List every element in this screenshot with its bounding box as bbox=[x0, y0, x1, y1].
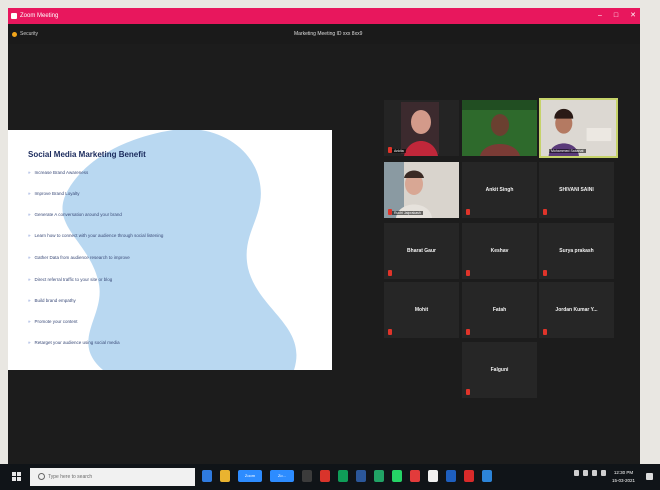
muted-mic-icon bbox=[543, 270, 547, 276]
muted-mic-icon bbox=[543, 209, 547, 215]
zoom-window: Zoom Meeting – □ ✕ Security Marketing Me… bbox=[8, 8, 640, 486]
slide-bullet: » Gather Data from audience research to i… bbox=[28, 255, 130, 260]
shared-screen: Social Media Marketing Benefit » Increase… bbox=[8, 130, 332, 370]
slide-bullet: » Direct referral traffic to your site or… bbox=[28, 277, 113, 282]
slide-title: Social Media Marketing Benefit bbox=[28, 150, 146, 159]
clock-time: 12:30 PM bbox=[613, 470, 634, 475]
participant-tile[interactable]: Ankit Singh bbox=[462, 162, 537, 218]
muted-mic-icon bbox=[466, 270, 470, 276]
wifi-icon[interactable] bbox=[592, 470, 597, 476]
participant-name: Surya prakash bbox=[559, 248, 594, 254]
muted-mic-icon bbox=[388, 270, 392, 276]
participant-tile[interactable]: Ankita bbox=[384, 100, 459, 156]
word-icon[interactable] bbox=[356, 470, 366, 482]
file-explorer-icon[interactable] bbox=[220, 470, 230, 482]
speaker-icon[interactable] bbox=[601, 470, 606, 476]
slide-bullet: » Increase Brand Awareness bbox=[28, 170, 89, 175]
slide-background-blob bbox=[62, 130, 297, 370]
app-icon[interactable] bbox=[302, 470, 312, 482]
shield-icon bbox=[12, 31, 17, 37]
slide-bullet: » Improve Brand Loyalty bbox=[28, 191, 80, 196]
search-icon bbox=[38, 473, 45, 480]
participant-video bbox=[462, 100, 537, 156]
muted-mic-icon bbox=[466, 209, 470, 215]
app-icon[interactable] bbox=[446, 470, 456, 482]
search-placeholder: Type here to search bbox=[48, 474, 93, 480]
task-view-icon[interactable] bbox=[202, 470, 212, 482]
participant-name: Fatah bbox=[492, 307, 507, 313]
muted-mic-icon bbox=[388, 329, 392, 335]
participant-video bbox=[384, 100, 459, 156]
app-icon[interactable] bbox=[410, 470, 420, 482]
opera-icon[interactable] bbox=[320, 470, 330, 482]
system-tray bbox=[574, 470, 606, 476]
slide-bullet: » Learn how to connect with your audience… bbox=[28, 233, 164, 238]
participant-video bbox=[541, 100, 616, 156]
participant-caption: Mohammed Sabahat bbox=[549, 149, 586, 153]
slide-bullet: » Promote your content bbox=[28, 319, 78, 324]
taskbar-clock[interactable]: 12:30 PM 15-03-2021 bbox=[612, 469, 635, 485]
notepad-icon[interactable] bbox=[428, 470, 438, 482]
slide-bullet: » Retarget your audience using social med… bbox=[28, 340, 120, 345]
muted-mic-icon bbox=[543, 329, 547, 335]
notification-icon[interactable] bbox=[646, 473, 653, 480]
zoom-meeting-taskbar-button[interactable]: Zo... bbox=[270, 470, 294, 482]
participant-tile[interactable]: Falguni bbox=[462, 342, 537, 398]
chevron-up-icon[interactable] bbox=[574, 470, 579, 476]
participant-tile[interactable]: Jordan Kumar Y... bbox=[539, 282, 614, 338]
pdf-icon[interactable] bbox=[464, 470, 474, 482]
participant-tile[interactable]: Bharat Gaur bbox=[384, 223, 459, 279]
security-indicator[interactable]: Security bbox=[12, 31, 38, 37]
window-controls: – □ ✕ bbox=[598, 8, 636, 24]
participant-name: SHIVANI SAINI bbox=[559, 187, 594, 193]
minimize-button[interactable]: – bbox=[598, 8, 602, 24]
clock-date: 15-03-2021 bbox=[612, 478, 636, 483]
participant-tile[interactable]: Mohit bbox=[384, 282, 459, 338]
participant-name: Keshav bbox=[490, 248, 509, 254]
security-label: Security bbox=[20, 31, 39, 37]
participant-caption: Ruchi Jaiprakash bbox=[392, 211, 423, 215]
close-button[interactable]: ✕ bbox=[630, 8, 636, 24]
participant-tile[interactable]: Surya prakash bbox=[539, 223, 614, 279]
meeting-info-bar: Security Marketing Meeting ID xxx 8xx9 bbox=[8, 24, 640, 44]
muted-mic-icon bbox=[466, 389, 470, 395]
chrome-icon[interactable] bbox=[338, 470, 348, 482]
taskbar-apps: Zoom Zo... bbox=[202, 470, 492, 482]
participant-name: Falguni bbox=[490, 367, 509, 373]
maximize-button[interactable]: □ bbox=[614, 8, 618, 24]
active-speaker-tile[interactable]: Mohammed Sabahat bbox=[539, 98, 618, 158]
participant-tile[interactable]: Keshav bbox=[462, 223, 537, 279]
participant-name: Jordan Kumar Y... bbox=[555, 307, 598, 313]
app-icon[interactable] bbox=[482, 470, 492, 482]
window-title: Zoom Meeting bbox=[20, 13, 59, 19]
participant-tile[interactable]: Ruchi Jaiprakash bbox=[384, 162, 459, 218]
participant-video bbox=[384, 162, 459, 218]
zoom-app-icon bbox=[11, 13, 17, 19]
slide-bullet: » Generate A conversation around your bra… bbox=[28, 212, 122, 217]
participant-name: Bharat Gaur bbox=[407, 248, 436, 254]
battery-icon[interactable] bbox=[583, 470, 588, 476]
title-bar: Zoom Meeting – □ ✕ bbox=[8, 8, 640, 24]
participant-tile[interactable] bbox=[462, 100, 537, 156]
participant-caption: Ankita bbox=[392, 149, 406, 153]
whatsapp-icon[interactable] bbox=[392, 470, 402, 482]
meeting-id: Marketing Meeting ID xxx 8xx9 bbox=[294, 31, 363, 37]
windows-start-icon[interactable] bbox=[12, 472, 22, 482]
slide-bullet: » Build brand empathy bbox=[28, 298, 76, 303]
participant-name: Ankit Singh bbox=[485, 187, 514, 193]
participant-tile[interactable]: Fatah bbox=[462, 282, 537, 338]
windows-taskbar: Type here to search Zoom Zo... 12:30 PM … bbox=[0, 464, 660, 490]
participant-name: Mohit bbox=[414, 307, 429, 313]
zoom-taskbar-button[interactable]: Zoom bbox=[238, 470, 262, 482]
excel-icon[interactable] bbox=[374, 470, 384, 482]
taskbar-search-box[interactable]: Type here to search bbox=[30, 468, 195, 486]
muted-mic-icon bbox=[466, 329, 470, 335]
participant-tile[interactable]: SHIVANI SAINI bbox=[539, 162, 614, 218]
